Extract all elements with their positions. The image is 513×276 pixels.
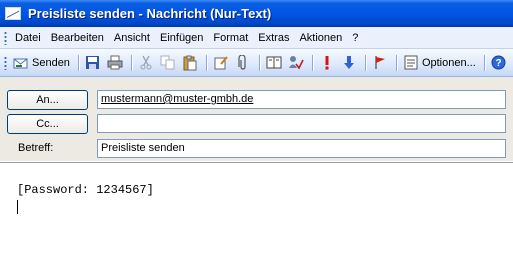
- menu-extras[interactable]: Extras: [254, 32, 295, 44]
- check-names-button[interactable]: [286, 52, 306, 73]
- print-button[interactable]: [105, 52, 125, 73]
- cc-field[interactable]: [97, 114, 506, 133]
- message-body-text: [Password: 1234567]: [17, 183, 154, 197]
- send-label: Senden: [32, 56, 70, 69]
- menu-format[interactable]: Format: [209, 32, 254, 44]
- window-title: Preisliste senden - Nachricht (Nur-Text): [28, 6, 272, 21]
- insert-item-button[interactable]: [211, 52, 231, 73]
- save-button[interactable]: [83, 52, 103, 73]
- paste-button[interactable]: [180, 52, 200, 73]
- copy-icon: [160, 55, 176, 71]
- cut-button[interactable]: [136, 52, 156, 73]
- send-icon: [13, 55, 29, 71]
- menu-aktionen[interactable]: Aktionen: [295, 32, 348, 44]
- follow-up-button[interactable]: [370, 52, 390, 73]
- down-arrow-icon: [341, 55, 357, 71]
- paperclip-icon: [235, 54, 251, 71]
- help-button[interactable]: ?: [489, 52, 509, 73]
- copy-button[interactable]: [158, 52, 178, 73]
- toolbar-separator: [395, 54, 397, 71]
- options-button[interactable]: Optionen...: [401, 52, 478, 73]
- exclamation-icon: [319, 55, 335, 71]
- standard-toolbar: Senden Optionen... ?: [0, 49, 513, 77]
- menu-bearbeiten[interactable]: Bearbeiten: [47, 32, 110, 44]
- high-importance-button[interactable]: [317, 52, 337, 73]
- toolbar-separator: [258, 54, 260, 71]
- cc-row: Cc...: [0, 114, 513, 135]
- toolbar-grip[interactable]: [4, 55, 7, 70]
- subject-label: Betreff:: [18, 142, 54, 154]
- address-book-icon: [266, 55, 282, 71]
- toolbar-separator: [311, 54, 313, 71]
- subject-row: Betreff: Preisliste senden: [0, 139, 513, 160]
- low-importance-button[interactable]: [339, 52, 359, 73]
- subject-field[interactable]: Preisliste senden: [97, 139, 506, 158]
- toolbar-separator: [364, 54, 366, 71]
- menubar-grip[interactable]: [4, 30, 7, 45]
- insert-item-icon: [213, 55, 229, 71]
- scissors-icon: [138, 55, 154, 71]
- svg-text:?: ?: [496, 58, 502, 69]
- save-icon: [85, 55, 101, 71]
- menu-ansicht[interactable]: Ansicht: [110, 32, 156, 44]
- check-names-icon: [288, 55, 304, 71]
- help-icon: ?: [491, 55, 507, 71]
- clipboard-icon: [182, 55, 198, 71]
- send-button[interactable]: Senden: [11, 52, 72, 73]
- cc-button[interactable]: Cc...: [7, 114, 88, 134]
- menu-datei[interactable]: Datei: [11, 32, 47, 44]
- to-row: An... mustermann@muster-gmbh.de: [0, 90, 513, 111]
- menu-bar: Datei Bearbeiten Ansicht Einfügen Format…: [0, 27, 513, 49]
- toolbar-separator: [483, 54, 485, 71]
- flag-icon: [372, 55, 388, 71]
- envelope-icon: [5, 7, 21, 20]
- message-header-pane: An... mustermann@muster-gmbh.de Cc... Be…: [0, 77, 513, 161]
- address-book-button[interactable]: [264, 52, 284, 73]
- printer-icon: [107, 55, 123, 71]
- menu-help[interactable]: ?: [348, 32, 364, 44]
- message-body[interactable]: [Password: 1234567]: [0, 162, 513, 276]
- title-bar: Preisliste senden - Nachricht (Nur-Text): [0, 0, 513, 27]
- toolbar-separator: [77, 54, 79, 71]
- attach-file-button[interactable]: [233, 52, 253, 73]
- options-icon: [403, 55, 419, 71]
- to-field[interactable]: mustermann@muster-gmbh.de: [97, 90, 506, 109]
- toolbar-separator: [205, 54, 207, 71]
- menu-einfuegen[interactable]: Einfügen: [156, 32, 209, 44]
- options-label: Optionen...: [421, 56, 476, 69]
- text-cursor: [17, 200, 18, 214]
- to-button[interactable]: An...: [7, 90, 88, 110]
- toolbar-separator: [130, 54, 132, 71]
